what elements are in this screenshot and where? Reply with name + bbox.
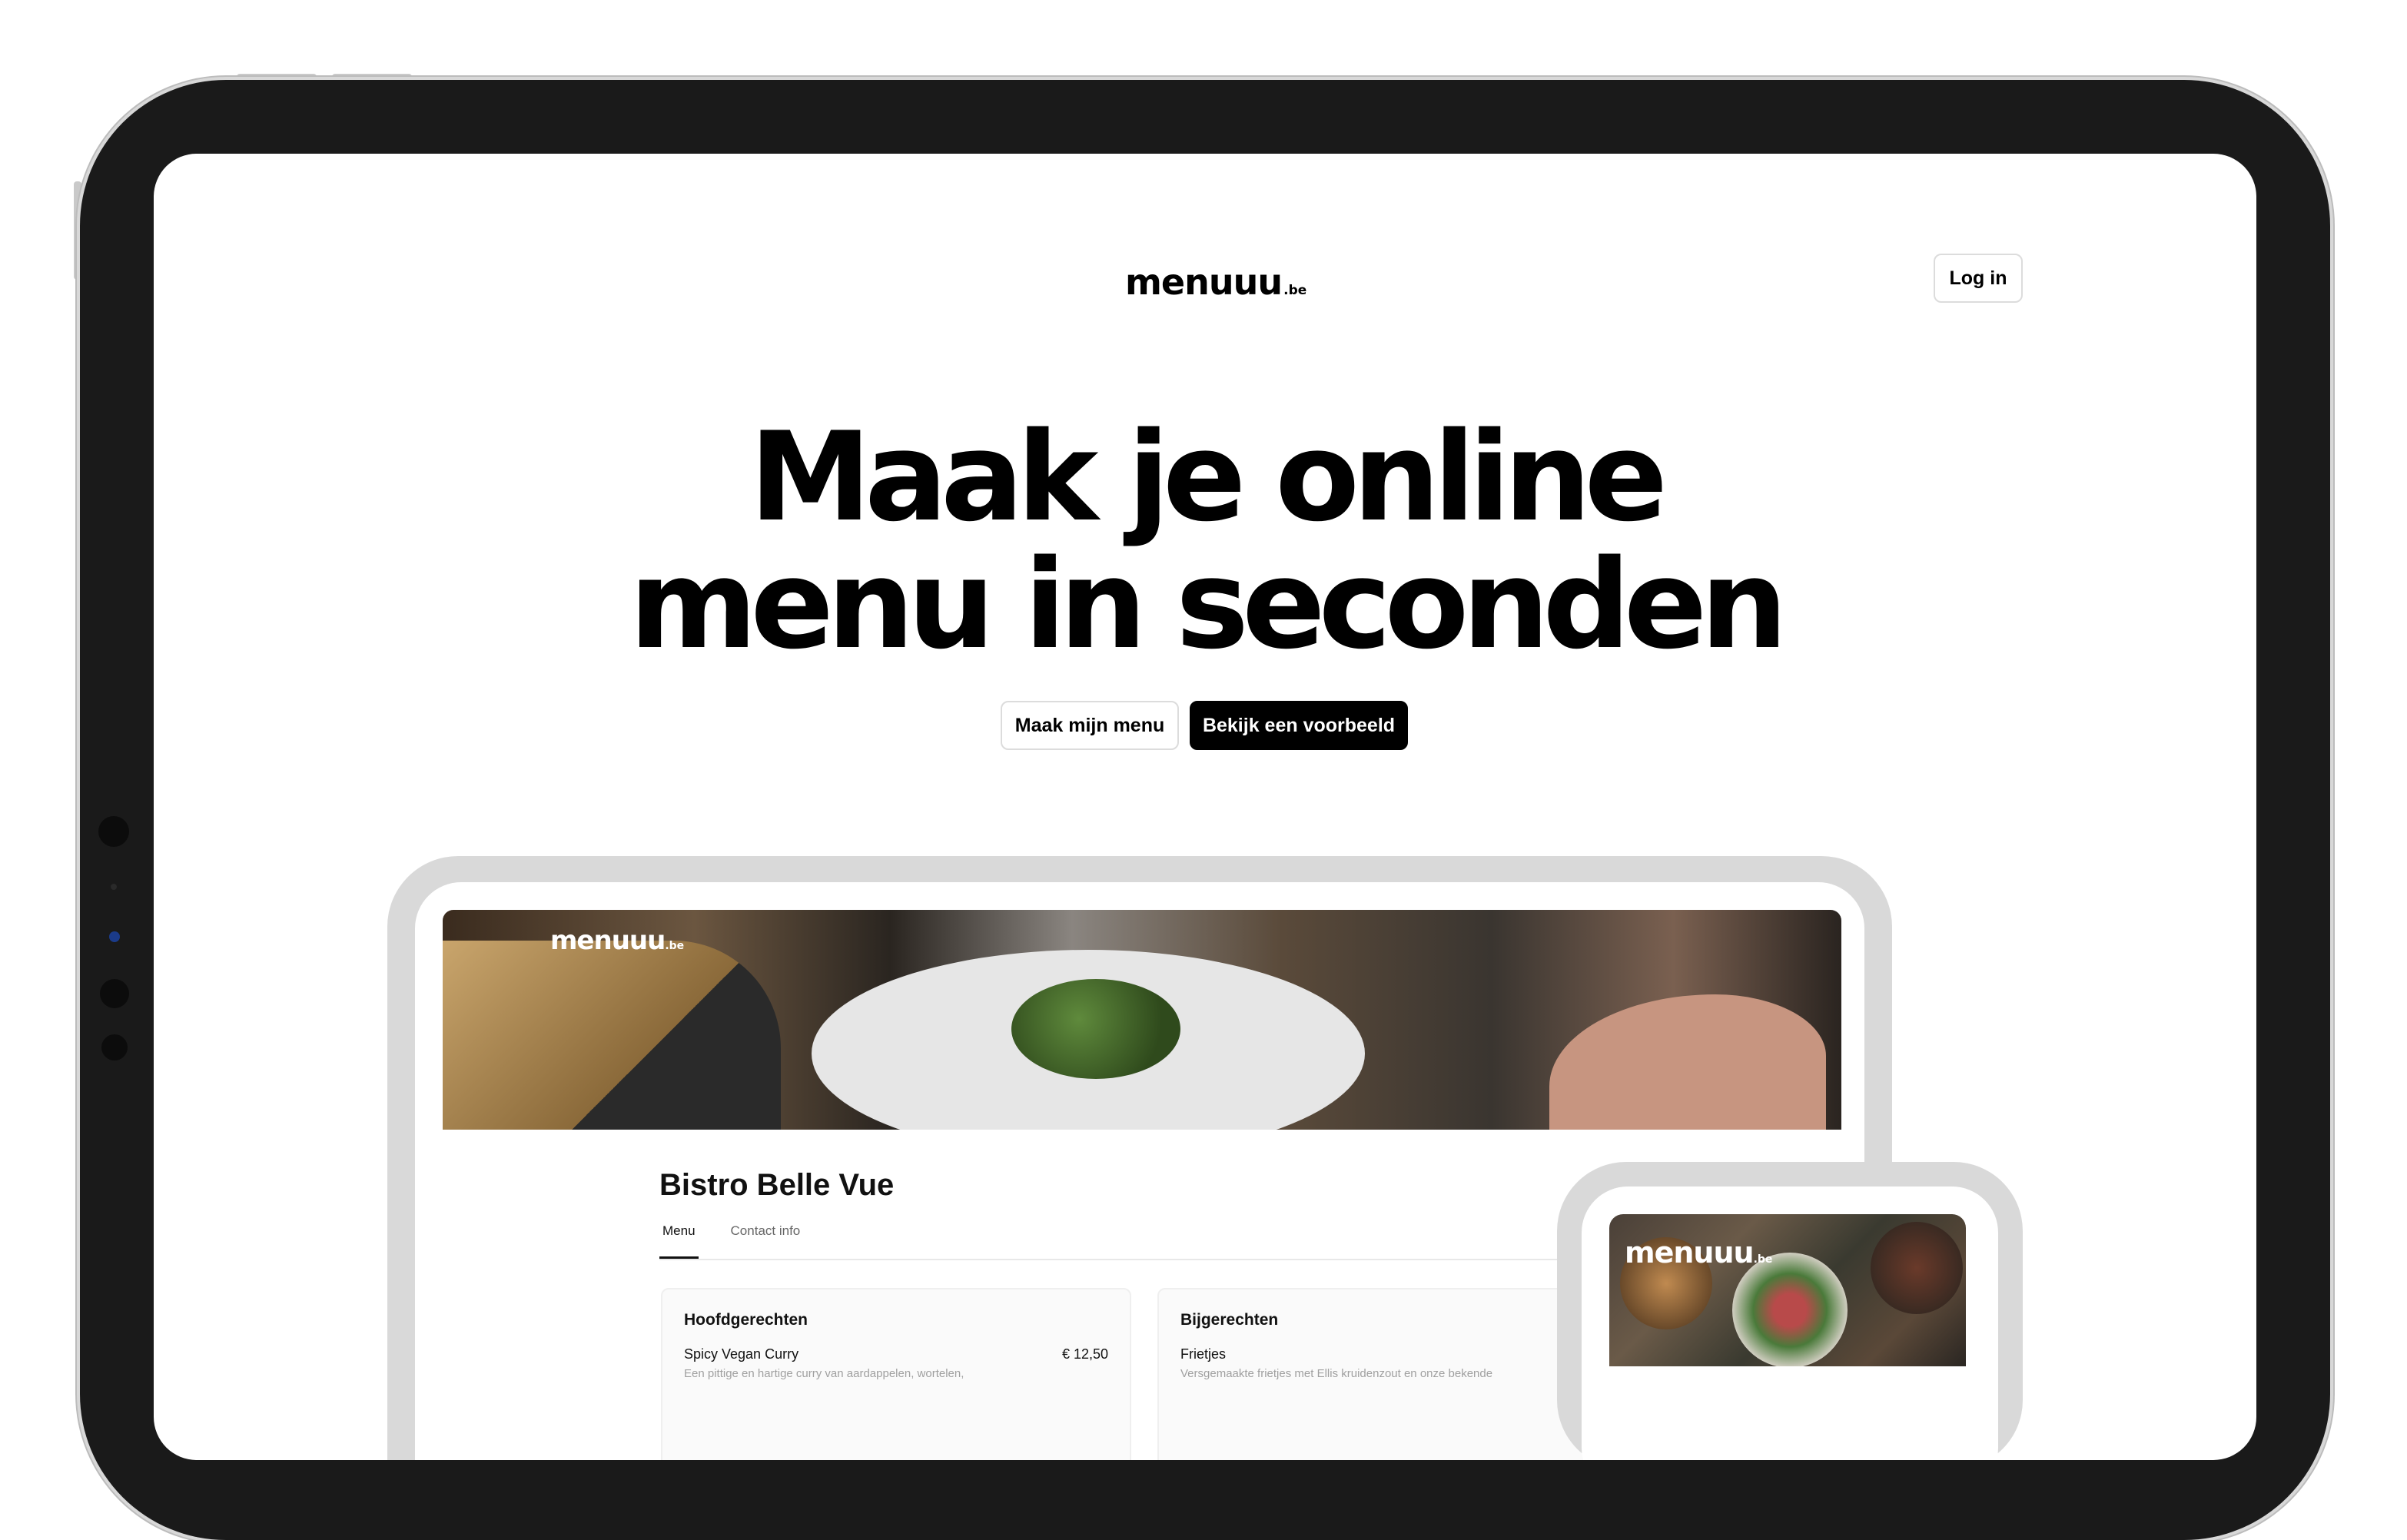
hero-line-2: menu in seconden bbox=[629, 533, 1788, 676]
device-mockup-phone: menuuu.be bbox=[1557, 1162, 2023, 1460]
site-logo[interactable]: menuuu .be bbox=[1125, 261, 1306, 303]
bread-basket-image bbox=[443, 941, 781, 1130]
camera-lens-icon bbox=[98, 816, 129, 847]
dish-image bbox=[1011, 979, 1180, 1079]
phone-screen: menuuu.be bbox=[1582, 1187, 1998, 1460]
tablet-screen: menuuu .be Log in Maak je online menu in … bbox=[154, 154, 2256, 1460]
menu-category-card: Hoofdgerechten Spicy Vegan Curry € 12,50… bbox=[661, 1288, 1131, 1460]
view-example-button[interactable]: Bekijk een voorbeeld bbox=[1190, 701, 1408, 750]
menu-item[interactable]: Spicy Vegan Curry € 12,50 bbox=[684, 1346, 1108, 1362]
camera-lens-icon bbox=[100, 979, 129, 1008]
menu-tabs: Menu Contact info bbox=[659, 1217, 1582, 1260]
login-button[interactable]: Log in bbox=[1934, 254, 2023, 303]
restaurant-name: Bistro Belle Vue bbox=[659, 1168, 895, 1202]
restaurant-banner-image: menuuu.be bbox=[443, 910, 1841, 1130]
menu-item-price: € 12,50 bbox=[1061, 1346, 1108, 1362]
phone-banner-image: menuuu.be bbox=[1609, 1214, 1966, 1366]
menu-item-description: Een pittige en hartige curry van aardapp… bbox=[684, 1367, 964, 1380]
logo-tld: .be bbox=[1283, 283, 1307, 298]
sensor-icon bbox=[111, 884, 117, 890]
banner-logo: menuuu.be bbox=[550, 925, 684, 956]
banner-logo-tld: .be bbox=[665, 940, 685, 952]
category-title: Hoofdgerechten bbox=[684, 1311, 808, 1329]
phone-banner-logo: menuuu.be bbox=[1625, 1236, 1772, 1270]
phone-logo-wordmark: menuuu bbox=[1625, 1236, 1755, 1270]
hand-image bbox=[1549, 994, 1826, 1130]
category-title: Bijgerechten bbox=[1180, 1311, 1279, 1329]
menu-item-name: Spicy Vegan Curry bbox=[684, 1346, 799, 1362]
flash-icon bbox=[101, 1034, 128, 1060]
create-menu-button[interactable]: Maak mijn menu bbox=[1001, 701, 1179, 750]
banner-logo-wordmark: menuuu bbox=[550, 925, 666, 956]
dish-image bbox=[1732, 1253, 1848, 1366]
dish-image bbox=[1871, 1222, 1963, 1314]
hero-line-1: Maak je online bbox=[749, 405, 1668, 549]
hero-heading: Maak je online menu in seconden bbox=[154, 413, 2256, 669]
cta-row: Maak mijn menu Bekijk een voorbeeld bbox=[1001, 701, 1408, 750]
phone-logo-tld: .be bbox=[1753, 1253, 1773, 1266]
tab-menu[interactable]: Menu bbox=[659, 1217, 699, 1259]
sensor-icon bbox=[109, 931, 120, 942]
logo-wordmark: menuuu bbox=[1125, 261, 1283, 303]
menu-item-description: Versgemaakte frietjes met Ellis kruidenz… bbox=[1180, 1367, 1493, 1380]
tab-contact-info[interactable]: Contact info bbox=[728, 1217, 804, 1251]
menu-item[interactable]: Frietjes bbox=[1180, 1346, 1605, 1362]
menu-item-name: Frietjes bbox=[1180, 1346, 1227, 1362]
